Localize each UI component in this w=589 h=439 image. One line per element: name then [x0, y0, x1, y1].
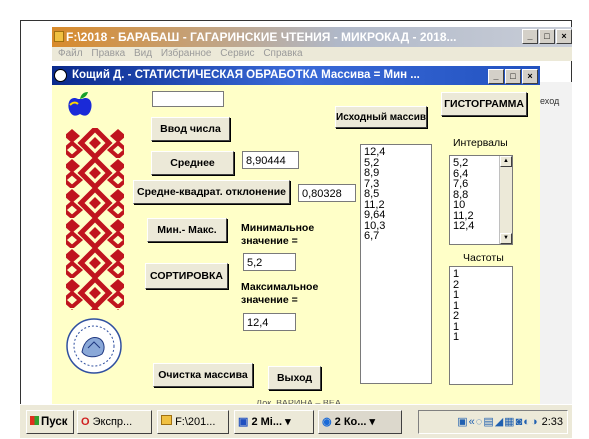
- school-emblem-logo: [66, 318, 122, 374]
- list-item[interactable]: 2: [453, 311, 512, 322]
- exit-button[interactable]: Выход: [268, 366, 321, 390]
- min-value-field: 5,2: [243, 253, 296, 271]
- tray-icons[interactable]: ▣«◌▤◢▦◙◐◑: [457, 416, 538, 428]
- close-icon[interactable]: ×: [522, 69, 538, 84]
- taskbar: Пуск O Экспр... F:\201... ▣ 2 Mi... ▾ ◉ …: [20, 404, 572, 438]
- min-value-caption: Минимальное значение =: [241, 222, 315, 247]
- minimize-icon[interactable]: _: [488, 69, 504, 84]
- close-icon[interactable]: ×: [556, 29, 572, 44]
- scroll-up-icon[interactable]: ▲: [500, 156, 512, 167]
- frequencies-label: Частоты: [463, 252, 504, 264]
- app-window-controls: _ □ ×: [487, 69, 538, 85]
- list-item[interactable]: 1: [453, 332, 512, 343]
- windows-logo-icon: [30, 416, 39, 425]
- chevron-down-icon: ▾: [285, 416, 291, 428]
- background-window-menu-bar: Файл Правка Вид Избранное Сервис Справка: [52, 47, 572, 61]
- apple-logo-icon: [68, 92, 92, 116]
- taskbar-item-group-word[interactable]: ▣ 2 Mi... ▾: [234, 410, 314, 434]
- opera-icon: O: [81, 416, 90, 428]
- stddev-button[interactable]: Средне-квадрат. отклонение: [133, 180, 290, 204]
- list-item[interactable]: 1: [453, 300, 512, 312]
- mean-value-field: 8,90444: [242, 151, 299, 169]
- intervals-scrollbar[interactable]: ▲ ▼: [499, 156, 512, 244]
- menu-tools[interactable]: Сервис: [220, 48, 254, 59]
- scroll-down-icon[interactable]: ▼: [500, 233, 512, 244]
- folder-icon: [161, 415, 172, 425]
- list-item[interactable]: 8,9: [364, 168, 431, 179]
- system-tray: ▣«◌▤◢▦◙◐◑ 2:33: [418, 410, 568, 434]
- app-window-title: Кощий Д. - СТАТИСТИЧЕСКАЯ ОБРАБОТКА Масс…: [72, 69, 420, 81]
- frequencies-list[interactable]: 1 2 1 1 2 1 1: [449, 266, 513, 385]
- app-group-icon: ◉: [322, 416, 332, 428]
- background-window-title: F:\2018 - БАРАБАШ - ГАГАРИНСКИЕ ЧТЕНИЯ -…: [66, 30, 457, 44]
- min-max-button[interactable]: Мин.- Макс.: [147, 218, 227, 242]
- list-item[interactable]: 9,64: [364, 210, 431, 221]
- menu-edit[interactable]: Правка: [91, 48, 125, 59]
- list-item[interactable]: 1: [453, 269, 512, 280]
- number-input[interactable]: [152, 91, 224, 107]
- source-array-button[interactable]: Исходный массив: [335, 106, 427, 128]
- taskbar-item-label: 2 Ко...: [334, 416, 367, 428]
- start-label: Пуск: [41, 416, 68, 428]
- app-window-title-bar[interactable]: Кощий Д. - СТАТИСТИЧЕСКАЯ ОБРАБОТКА Масс…: [52, 66, 540, 85]
- menu-help[interactable]: Справка: [263, 48, 302, 59]
- list-item[interactable]: 1: [453, 290, 512, 301]
- max-value-field: 12,4: [243, 313, 296, 331]
- list-item[interactable]: 6,7: [364, 231, 431, 242]
- app-icon: [54, 69, 67, 82]
- taskbar-item-explorer[interactable]: O Экспр...: [77, 410, 152, 434]
- mean-button[interactable]: Среднее: [151, 151, 234, 175]
- minimize-icon[interactable]: _: [522, 29, 538, 44]
- intervals-label: Интервалы: [453, 137, 508, 149]
- chevron-down-icon: ▾: [369, 416, 376, 428]
- background-window-title-bar[interactable]: F:\2018 - БАРАБАШ - ГАГАРИНСКИЕ ЧТЕНИЯ -…: [52, 27, 572, 47]
- stddev-value-field: 0,80328: [298, 184, 356, 202]
- sort-button[interactable]: СОРТИРОВКА: [145, 263, 228, 289]
- menu-file[interactable]: Файл: [58, 48, 83, 59]
- max-value-caption: Максимальное значение =: [241, 281, 319, 306]
- background-window-controls: _ □ ×: [521, 29, 572, 47]
- list-item[interactable]: 8,5: [364, 189, 431, 200]
- taskbar-item-folder[interactable]: F:\201...: [157, 410, 229, 434]
- maximize-icon[interactable]: □: [539, 29, 555, 44]
- word-icon: ▣: [238, 416, 249, 428]
- red-ornament-band: [66, 128, 124, 310]
- list-item[interactable]: 1: [453, 321, 512, 333]
- go-label-fragment: еход: [540, 96, 560, 106]
- clear-array-button[interactable]: Очистка массива: [153, 363, 253, 387]
- maximize-icon[interactable]: □: [505, 69, 521, 84]
- source-array-list[interactable]: 12,4 5,2 8,9 7,3 8,5 11,2 9,64 10,3 6,7: [360, 144, 432, 384]
- taskbar-item-group-app[interactable]: ◉ 2 Ко... ▾: [318, 410, 402, 434]
- menu-view[interactable]: Вид: [134, 48, 152, 59]
- taskbar-item-label: F:\201...: [175, 416, 216, 428]
- folder-icon: [54, 31, 64, 42]
- start-button[interactable]: Пуск: [26, 410, 74, 434]
- taskbar-item-label: Экспр...: [92, 416, 133, 428]
- background-window-right-pane: еход: [540, 82, 572, 404]
- taskbar-item-label: 2 Mi...: [251, 416, 283, 428]
- enter-number-button[interactable]: Ввод числа: [151, 117, 230, 141]
- intervals-list[interactable]: 5,2 6,4 7,6 8,8 10 11,2 12,4 ▲ ▼: [449, 155, 513, 245]
- menu-favorites[interactable]: Избранное: [161, 48, 212, 59]
- list-item[interactable]: 12,4: [364, 147, 431, 158]
- clock: 2:33: [541, 416, 563, 428]
- list-item[interactable]: 2: [453, 279, 512, 291]
- histogram-button[interactable]: ГИСТОГРАММА: [441, 92, 527, 116]
